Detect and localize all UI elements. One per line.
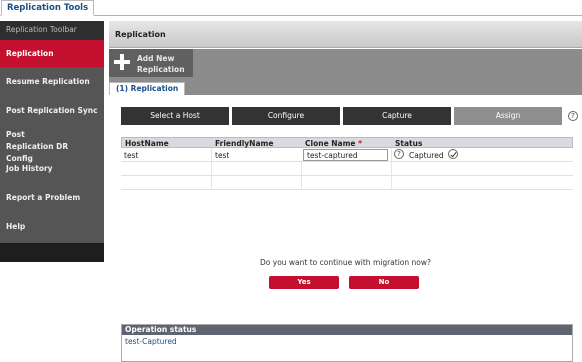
column-friendlyname: FriendlyName xyxy=(215,139,274,148)
empty-cell xyxy=(301,162,391,175)
replication-panel xyxy=(109,95,582,362)
required-marker: * xyxy=(358,139,363,148)
no-button[interactable]: No xyxy=(349,276,419,289)
tab-replication-tools[interactable]: Replication Tools xyxy=(1,0,95,16)
yes-button[interactable]: Yes xyxy=(269,276,339,289)
empty-cell xyxy=(301,176,391,189)
add-button-line2: Replication xyxy=(137,65,185,74)
clone-name-input[interactable] xyxy=(303,149,388,161)
step-capture[interactable]: Capture xyxy=(343,107,451,125)
page-title: Replication xyxy=(109,21,582,48)
empty-cell xyxy=(391,176,573,189)
table-row-empty xyxy=(121,162,573,176)
column-clone-name: Clone Name * xyxy=(302,138,392,148)
clone-name-label: Clone Name xyxy=(305,139,356,148)
sidebar-item-job-history[interactable]: Job History xyxy=(0,162,104,176)
operation-status-panel: Operation status test-Captured xyxy=(121,324,573,362)
continue-question: Do you want to continue with migration n… xyxy=(260,258,431,267)
add-button-line1: Add New xyxy=(137,54,175,63)
column-hostname: HostName xyxy=(125,139,169,148)
sidebar-header: Replication Toolbar xyxy=(0,21,104,40)
sidebar-footer xyxy=(0,243,104,262)
step-select-a-host[interactable]: Select a Host xyxy=(121,107,229,125)
status-help-icon[interactable]: ? xyxy=(394,149,404,159)
table-row-empty xyxy=(121,176,573,190)
sidebar-item-help[interactable]: Help xyxy=(0,220,104,234)
table-header: HostName FriendlyName Clone Name * Statu… xyxy=(121,137,573,148)
operation-status-text: test-Captured xyxy=(125,337,177,346)
cell-hostname: test xyxy=(124,151,139,160)
sidebar-item-replication[interactable]: Replication xyxy=(0,40,104,67)
sidebar-item-resume-replication[interactable]: Resume Replication xyxy=(0,75,104,89)
cell-status: ? Captured xyxy=(391,148,573,161)
status-text: Captured xyxy=(409,151,444,160)
top-tab-bar: Replication Tools xyxy=(0,0,582,16)
empty-cell xyxy=(211,176,301,189)
step-configure[interactable]: Configure xyxy=(232,107,340,125)
sidebar-item-post-replication-dr-config[interactable]: Post Replication DR Config xyxy=(0,129,80,163)
sidebar-item-post-replication-sync[interactable]: Post Replication Sync xyxy=(0,104,104,118)
plus-icon xyxy=(114,54,130,70)
empty-cell xyxy=(391,162,573,175)
tab-replication[interactable]: (1) Replication xyxy=(109,82,186,96)
table-row: test test ? Captured xyxy=(121,148,573,162)
help-icon[interactable]: ? xyxy=(568,111,578,121)
cell-friendlyname: test xyxy=(211,148,301,161)
sidebar: Replication Toolbar Replication Resume R… xyxy=(0,21,104,262)
column-status: Status xyxy=(395,139,423,148)
sidebar-item-report-a-problem[interactable]: Report a Problem xyxy=(0,191,104,205)
operation-status-title: Operation status xyxy=(122,325,572,335)
add-new-replication-button[interactable]: Add New Replication xyxy=(109,49,193,77)
step-assign[interactable]: Assign xyxy=(454,107,562,125)
empty-cell xyxy=(211,162,301,175)
check-icon xyxy=(448,149,458,159)
